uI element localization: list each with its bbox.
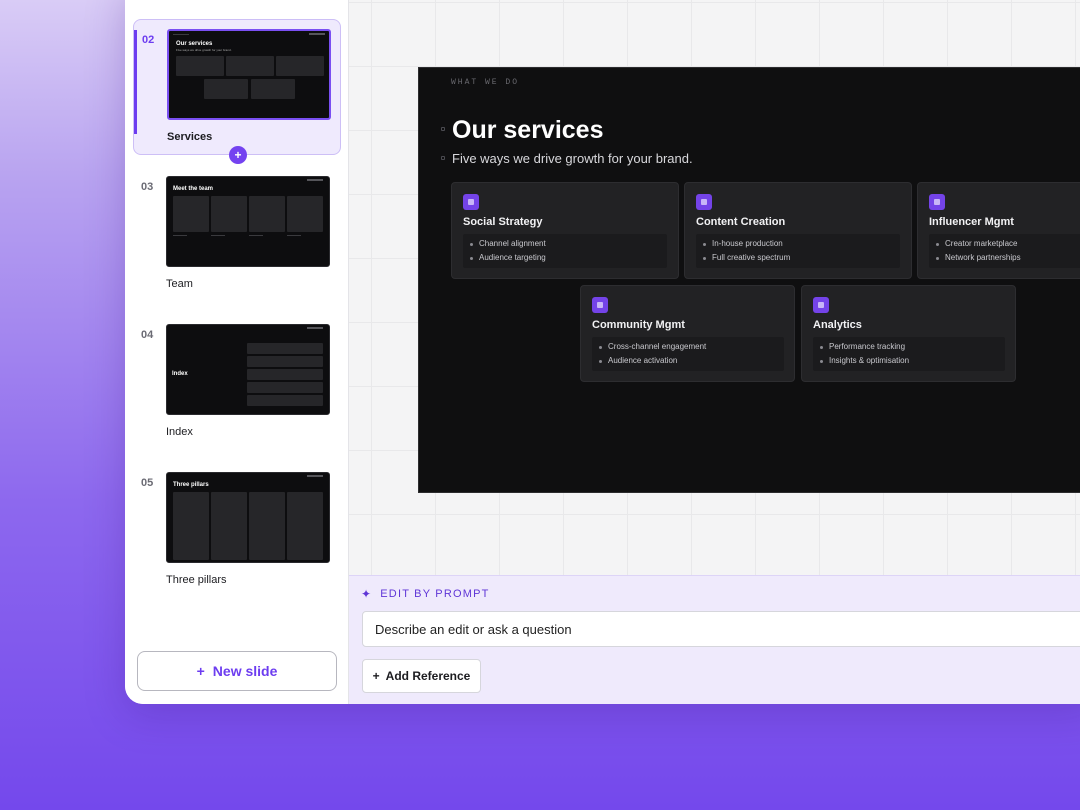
card-item: Network partnerships xyxy=(936,253,1021,262)
card-list: Creator marketplace Network partnerships xyxy=(929,234,1080,268)
card-title: Influencer Mgmt xyxy=(929,216,1014,228)
slide-item-three-pillars[interactable]: 05 Three pillars Three pillars xyxy=(133,463,341,599)
new-slide-button[interactable]: + New slide xyxy=(137,651,337,691)
service-icon xyxy=(929,194,945,210)
slide-number: 03 xyxy=(141,181,154,193)
plus-icon: + xyxy=(372,669,380,683)
add-reference-button[interactable]: + Add Reference xyxy=(362,659,481,693)
card-item: Creator marketplace xyxy=(935,239,1018,248)
anchor-dot-icon xyxy=(441,156,445,160)
edit-by-prompt-label: EDIT BY PROMPT xyxy=(380,588,490,600)
thumb-subtitle: Five ways we drive growth for your brand… xyxy=(176,48,232,52)
service-card[interactable]: Community Mgmt Cross-channel engagement … xyxy=(580,285,795,382)
service-icon xyxy=(463,194,479,210)
slide-title[interactable]: Our services xyxy=(452,116,604,145)
add-reference-label: Add Reference xyxy=(385,669,471,683)
card-item: Audience targeting xyxy=(470,253,546,262)
slide-number: 02 xyxy=(142,34,155,46)
prompt-input[interactable]: Describe an edit or ask a question xyxy=(362,611,1080,647)
card-title: Community Mgmt xyxy=(592,319,685,331)
card-title: Social Strategy xyxy=(463,216,543,228)
thumb-title: Our services xyxy=(176,41,213,47)
slide-eyebrow: WHAT WE DO xyxy=(451,78,520,87)
slides-sidebar: 02 Our services Five ways we drive growt… xyxy=(125,0,349,704)
editor-window: 02 Our services Five ways we drive growt… xyxy=(125,0,1080,704)
new-slide-label: New slide xyxy=(212,663,278,679)
anchor-dot-icon xyxy=(441,127,445,131)
insert-slide-button[interactable]: + xyxy=(229,146,247,164)
thumb-title: Meet the team xyxy=(173,186,214,192)
thumb-title: Index xyxy=(172,371,188,377)
slide-thumbnail[interactable]: Our services Five ways we drive growth f… xyxy=(167,29,331,120)
service-icon xyxy=(696,194,712,210)
slide-subtitle[interactable]: Five ways we drive growth for your brand… xyxy=(452,151,693,166)
slide-item-team[interactable]: 03 Meet the team Team xyxy=(133,167,341,303)
slide-label: Team xyxy=(166,278,193,290)
card-item: In-house production xyxy=(703,239,783,248)
edit-by-prompt-panel: ✦ EDIT BY PROMPT Describe an edit or ask… xyxy=(349,575,1080,704)
slide-thumbnail[interactable]: Three pillars xyxy=(166,472,330,563)
service-card[interactable]: Analytics Performance tracking Insights … xyxy=(801,285,1016,382)
service-card[interactable]: Content Creation In-house production Ful… xyxy=(684,182,912,279)
sparkle-icon: ✦ xyxy=(361,587,373,601)
card-list: In-house production Full creative spectr… xyxy=(696,234,900,268)
slide-preview[interactable]: WHAT WE DO Our services Five ways we dri… xyxy=(418,67,1080,493)
card-item: Performance tracking xyxy=(819,342,906,351)
slide-label: Index xyxy=(166,426,193,438)
card-list: Performance tracking Insights & optimisa… xyxy=(813,337,1005,371)
slide-item-index[interactable]: 04 Index Index xyxy=(133,315,341,451)
slide-number: 04 xyxy=(141,329,154,341)
card-item: Channel alignment xyxy=(470,239,546,248)
card-item: Cross-channel engagement xyxy=(598,342,707,351)
slide-thumbnail[interactable]: Meet the team xyxy=(166,176,330,267)
slide-canvas: WHAT WE DO Our services Five ways we dri… xyxy=(349,0,1080,575)
card-title: Analytics xyxy=(813,319,862,331)
service-card[interactable]: Social Strategy Channel alignment Audien… xyxy=(451,182,679,279)
slide-label: Three pillars xyxy=(166,574,227,586)
service-card[interactable]: Influencer Mgmt Creator marketplace Netw… xyxy=(917,182,1080,279)
slide-number: 05 xyxy=(141,477,154,489)
thumb-title: Three pillars xyxy=(173,482,209,488)
edit-by-prompt-header: ✦ EDIT BY PROMPT xyxy=(361,587,490,601)
card-item: Full creative spectrum xyxy=(702,253,791,262)
service-icon xyxy=(813,297,829,313)
card-list: Channel alignment Audience targeting xyxy=(463,234,667,268)
plus-icon: + xyxy=(196,663,205,679)
slide-label: Services xyxy=(167,131,213,143)
card-title: Content Creation xyxy=(696,216,786,228)
slide-item-services[interactable]: 02 Our services Five ways we drive growt… xyxy=(133,19,341,164)
card-item: Insights & optimisation xyxy=(819,356,910,365)
service-icon xyxy=(592,297,608,313)
slide-thumbnail[interactable]: Index xyxy=(166,324,330,415)
card-list: Cross-channel engagement Audience activa… xyxy=(592,337,784,371)
card-item: Audience activation xyxy=(598,356,678,365)
